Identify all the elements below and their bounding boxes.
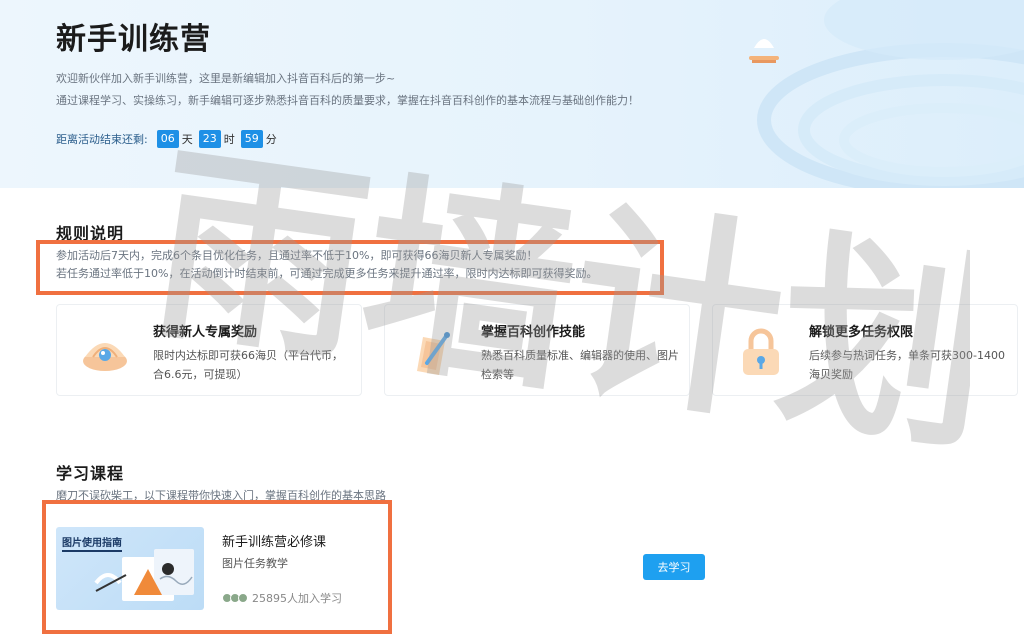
page-title: 新手训练营: [56, 22, 211, 57]
course-highlight-box: [42, 500, 392, 634]
hero-desc-line1: 欢迎新伙伴加入新手训练营，这里是新编辑加入抖音百科后的第一步~: [56, 72, 396, 85]
benefit-card-permissions: 解锁更多任务权限 后续参与热词任务，单条可获300-1400海贝奖励: [712, 304, 1018, 396]
card-desc: 后续参与热词任务，单条可获300-1400海贝奖励: [809, 349, 1005, 381]
countdown-days: 06: [156, 130, 179, 148]
hero-description: 欢迎新伙伴加入新手训练营，这里是新编辑加入抖音百科后的第一步~ 通过课程学习、实…: [56, 68, 639, 112]
countdown: 距离活动结束还剩: 06 天 23 时 59 分: [56, 130, 280, 148]
hero-banner: 新手训练营 欢迎新伙伴加入新手训练营，这里是新编辑加入抖音百科后的第一步~ 通过…: [0, 0, 1024, 188]
countdown-minutes: 59: [240, 130, 263, 148]
benefit-card-skills: 掌握百科创作技能 熟悉百科质量标准、编辑器的使用、图片检索等: [384, 304, 690, 396]
start-learning-button[interactable]: 去学习: [643, 554, 705, 580]
countdown-minutes-unit: 分: [265, 133, 277, 146]
card-desc: 限时内达标即可获66海贝（平台代币，合6.6元，可提现）: [153, 349, 343, 381]
countdown-days-unit: 天: [181, 133, 193, 146]
pen-paper-icon: [417, 332, 450, 375]
lock-icon: [743, 328, 779, 375]
hero-desc-line2: 通过课程学习、实操练习，新手编辑可逐步熟悉抖音百科的质量要求，掌握在抖音百科创作…: [56, 94, 639, 107]
hero-decoration: [749, 0, 1024, 188]
card-title: 获得新人专属奖励: [153, 325, 258, 340]
shell-pearl-icon: [83, 343, 127, 371]
rules-highlight-box: [36, 240, 664, 295]
card-desc: 熟悉百科质量标准、编辑器的使用、图片检索等: [481, 349, 679, 381]
benefit-card-reward: 获得新人专属奖励 限时内达标即可获66海贝（平台代币，合6.6元，可提现）: [56, 304, 362, 396]
countdown-label: 距离活动结束还剩:: [56, 133, 148, 146]
countdown-hours: 23: [198, 130, 221, 148]
countdown-hours-unit: 时: [223, 133, 235, 146]
courses-title: 学习课程: [56, 464, 125, 483]
card-title: 解锁更多任务权限: [809, 325, 914, 340]
card-title: 掌握百科创作技能: [481, 325, 586, 340]
